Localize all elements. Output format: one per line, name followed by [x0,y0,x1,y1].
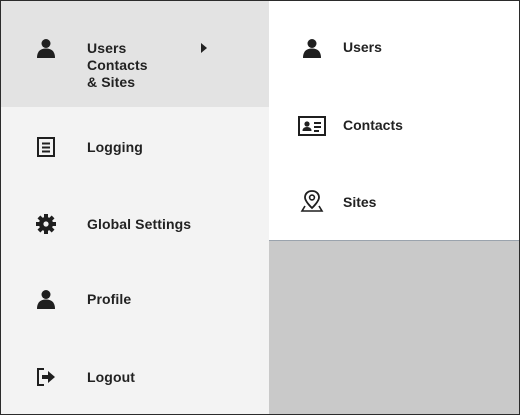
submenu-item-label: Sites [343,194,377,210]
content-area: Users Contacts Sites [269,1,519,414]
menu-item-global-settings[interactable]: Global Settings [1,188,269,260]
gear-icon [35,213,57,235]
submenu-item-users[interactable]: Users [269,18,519,78]
submenu-item-label: Users [343,39,382,55]
logout-icon [35,366,57,388]
navigation-window: Users Contacts & Sites Logging Global Se… [0,0,520,415]
menu-item-users-contacts-sites[interactable]: Users Contacts & Sites [1,1,269,107]
submenu-flyout: Users Contacts Sites [269,1,519,241]
menu-item-label: Profile [87,291,132,307]
contact-card-icon [297,114,327,138]
chevron-right-icon [201,43,207,53]
menu-item-label: Logging [87,139,143,155]
menu-item-label: Users Contacts & Sites [87,40,187,91]
menu-label-line-2: & Sites [87,74,136,90]
main-menu: Users Contacts & Sites Logging Global Se… [1,1,269,414]
submenu-item-contacts[interactable]: Contacts [269,96,519,156]
document-list-icon [35,136,57,158]
menu-item-label: Global Settings [87,216,192,232]
user-icon [297,36,327,60]
submenu-item-sites[interactable]: Sites [269,173,519,233]
user-icon [35,288,57,310]
submenu-item-label: Contacts [343,117,403,133]
menu-label-line-1: Users Contacts [87,40,148,73]
user-icon [35,37,57,59]
map-pin-icon [297,189,327,213]
menu-item-label: Logout [87,369,136,385]
menu-item-profile[interactable]: Profile [1,263,269,335]
menu-item-logging[interactable]: Logging [1,111,269,183]
menu-item-logout[interactable]: Logout [1,341,269,413]
